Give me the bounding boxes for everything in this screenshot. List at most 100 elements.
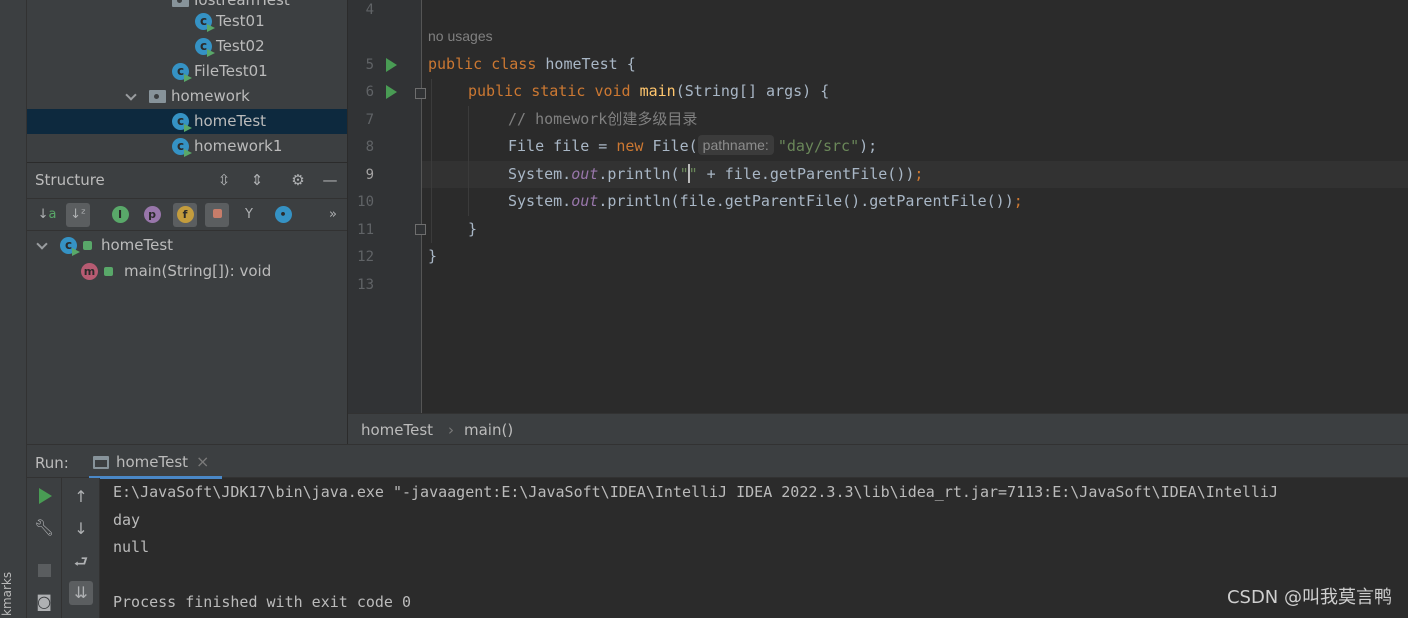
- run-main-icon[interactable]: [386, 85, 397, 99]
- code-line-6: public static void main(String[] args) {: [468, 82, 830, 100]
- run-tool-window: Run: homeTest × 🔧︎ ◙ ↑ ↓ ⮐ ⇊ E:\JavaSoft…: [27, 444, 1408, 618]
- tree-item-label: homeTest: [194, 112, 267, 130]
- run-tab-label: homeTest: [116, 453, 189, 471]
- structure-toolbar: ↓a ↓ᶻ I p f Y • »: [27, 198, 347, 231]
- editor-gutter: 4 5 6 7 8 9 10 11 12 13: [348, 0, 453, 413]
- tree-item-label: Test01: [216, 12, 265, 30]
- tree-item-filetest01[interactable]: c FileTest01: [27, 59, 347, 84]
- run-header: Run: homeTest ×: [27, 444, 1408, 479]
- tree-item-homework[interactable]: homework: [27, 84, 347, 109]
- structure-item-method[interactable]: m main(String[]): void: [27, 259, 347, 284]
- folder-icon: [149, 90, 166, 103]
- tree-item-test02[interactable]: c Test02: [27, 34, 347, 59]
- breadcrumb-class[interactable]: homeTest: [361, 421, 433, 439]
- tree-item-label: homework1: [194, 137, 283, 155]
- class-icon: c: [195, 13, 212, 30]
- chevron-down-icon[interactable]: [125, 89, 137, 101]
- watermark: CSDN @叫我莫言鸭: [1226, 587, 1392, 608]
- line-number: 12: [357, 249, 374, 265]
- code-line-10: System.out.println(file.getParentFile().…: [508, 192, 1023, 210]
- line-number: 4: [365, 2, 374, 18]
- project-tree: IostreamTest c Test01 c Test02 c FileTes…: [27, 0, 347, 162]
- left-tool-strip: kmarks: [0, 0, 27, 618]
- code-editor[interactable]: 4 5 6 7 8 9 10 11 12 13 no usages public…: [348, 0, 1408, 413]
- show-properties-icon[interactable]: p: [140, 203, 164, 227]
- line-number-current: 9: [365, 167, 374, 183]
- lock-icon: [104, 267, 113, 276]
- run-tab-hometest[interactable]: homeTest ×: [89, 445, 222, 479]
- bookmarks-label: kmarks: [0, 571, 14, 616]
- show-inherited-icon[interactable]: I: [108, 203, 132, 227]
- more-icon[interactable]: »: [325, 203, 341, 227]
- code-line-8: File file = new File(pathname: "day/src")…: [508, 135, 878, 155]
- structure-title: Structure: [35, 171, 105, 189]
- wrench-icon[interactable]: 🔧︎: [32, 516, 56, 540]
- console-line: Process finished with exit code 0: [113, 593, 412, 611]
- code-line-7: // homework创建多级目录: [508, 110, 698, 128]
- parameter-hint: pathname:: [697, 135, 774, 155]
- show-non-public-icon[interactable]: [205, 203, 229, 227]
- tree-item-label: IostreamTest: [194, 0, 290, 9]
- line-number: 8: [365, 139, 374, 155]
- chevron-down-icon[interactable]: [36, 238, 48, 250]
- tree-item-homework1[interactable]: c homework1: [27, 134, 347, 159]
- tree-item-test01[interactable]: c Test01: [27, 9, 347, 34]
- run-class-icon[interactable]: [386, 58, 397, 72]
- line-number: 11: [357, 222, 374, 238]
- structure-item-class[interactable]: c homeTest: [27, 233, 347, 258]
- structure-item-label: main(String[]): void: [124, 262, 272, 280]
- breadcrumb-method[interactable]: main(): [464, 421, 513, 439]
- expand-all-icon[interactable]: ⇳: [215, 171, 233, 189]
- tree-item-label: homework: [171, 87, 250, 105]
- tree-item-label: Test02: [216, 37, 265, 55]
- line-number: 10: [357, 194, 374, 210]
- scroll-to-end-icon[interactable]: ⇊: [69, 581, 93, 605]
- class-icon: c: [172, 113, 189, 130]
- folder-icon: [172, 0, 189, 7]
- run-label: Run:: [35, 454, 69, 472]
- structure-item-label: homeTest: [101, 236, 174, 254]
- console-icon: [93, 456, 109, 469]
- structure-header: Structure ⇳ ⇕ ⚙ —: [27, 163, 347, 198]
- gear-icon[interactable]: ⚙: [289, 171, 307, 189]
- show-anonymous-icon[interactable]: Y: [237, 203, 261, 227]
- line-number: 7: [365, 112, 374, 128]
- show-lambdas-icon[interactable]: •: [271, 203, 295, 227]
- tree-item-label: FileTest01: [194, 62, 268, 80]
- console-line: day: [113, 511, 141, 529]
- code-area[interactable]: public class homeTest { public static vo…: [422, 0, 1408, 413]
- sort-alphabetically-icon[interactable]: ↓ᶻ: [66, 203, 90, 227]
- console-output[interactable]: E:\JavaSoft\JDK17\bin\java.exe "-javaage…: [113, 478, 1408, 618]
- minimize-icon[interactable]: —: [321, 171, 339, 189]
- lock-icon: [83, 241, 92, 250]
- method-icon: m: [81, 263, 98, 280]
- code-line-5: public class homeTest {: [428, 55, 636, 73]
- breadcrumb: homeTest › main(): [348, 413, 1408, 444]
- bookmarks-tool-button[interactable]: kmarks: [0, 568, 16, 618]
- console-line: E:\JavaSoft\JDK17\bin\java.exe "-javaage…: [113, 483, 1278, 501]
- line-number: 13: [357, 277, 374, 293]
- soft-wrap-icon[interactable]: ⮐: [69, 550, 93, 574]
- sort-by-visibility-icon[interactable]: ↓a: [35, 203, 59, 227]
- camera-icon[interactable]: ◙: [32, 590, 56, 614]
- class-icon: c: [172, 138, 189, 155]
- close-icon[interactable]: ×: [196, 452, 209, 471]
- run-toolbar-left: 🔧︎ ◙: [27, 478, 62, 618]
- indent-guide: [468, 106, 469, 216]
- fold-icon[interactable]: [415, 88, 426, 99]
- tree-item-hometest[interactable]: c homeTest: [27, 109, 347, 134]
- rerun-icon[interactable]: [39, 488, 52, 504]
- console-line: null: [113, 538, 150, 556]
- arrow-up-icon[interactable]: ↑: [69, 485, 93, 509]
- breadcrumb-separator: ›: [448, 421, 454, 439]
- fold-icon[interactable]: [415, 224, 426, 235]
- line-number: 6: [365, 84, 374, 100]
- run-toolbar-right: ↑ ↓ ⮐ ⇊: [62, 478, 100, 618]
- arrow-down-icon[interactable]: ↓: [69, 517, 93, 541]
- collapse-all-icon[interactable]: ⇕: [248, 171, 266, 189]
- stop-icon[interactable]: [38, 564, 51, 577]
- code-line-12: }: [428, 247, 438, 265]
- class-icon: c: [60, 237, 77, 254]
- show-fields-icon[interactable]: f: [173, 203, 197, 227]
- indent-guide: [431, 79, 432, 243]
